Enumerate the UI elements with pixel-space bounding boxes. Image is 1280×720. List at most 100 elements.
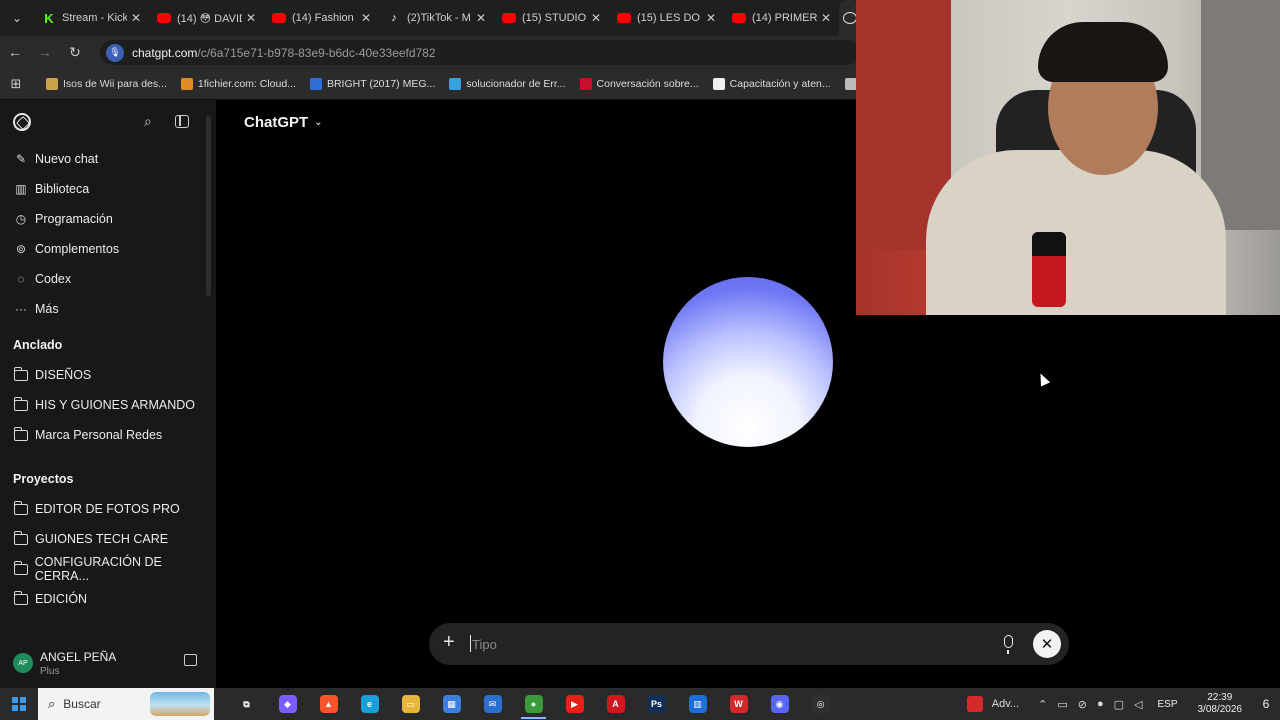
browser-tab[interactable]: (14) PRIMER ✕ <box>724 0 839 36</box>
project-item[interactable]: GUIONES TECH CARE <box>0 524 216 554</box>
sidebar-scrollbar[interactable] <box>206 116 211 296</box>
search-icon: ⌕ <box>48 696 56 711</box>
youtube-music-icon: ▶ <box>565 695 584 713</box>
microphone-icon[interactable] <box>1004 635 1013 654</box>
sidebar-item-label: Más <box>35 302 59 316</box>
close-tab-icon[interactable]: ✕ <box>476 11 486 25</box>
youtube-music-taskbar-icon[interactable]: ▶ <box>554 688 595 720</box>
url-path: /c/6a715e71-b978-83e9-b6dc-40e33eefd782 <box>197 45 436 60</box>
folder-icon <box>13 500 28 515</box>
bookmark[interactable]: Capacitación y aten... <box>712 77 831 90</box>
pinned-item[interactable]: DISEÑOS <box>0 360 216 390</box>
search-highlight-image <box>150 692 210 716</box>
project-item[interactable]: EDICIÓN <box>0 584 216 614</box>
bookmark-label: Isos de Wii para des... <box>63 77 167 90</box>
capcut-icon: ▥ <box>688 695 707 713</box>
browser-tab[interactable]: ♪ (2)TikTok - M ✕ <box>379 0 494 36</box>
project-item[interactable]: EDITOR DE FOTOS PRO <box>0 494 216 524</box>
reload-icon[interactable]: ↻ <box>60 36 90 68</box>
apps-grid-icon[interactable]: ⊞ <box>0 68 32 100</box>
wps-taskbar-icon[interactable]: W <box>718 688 759 720</box>
obs-icon: ◎ <box>811 695 830 713</box>
sidebar-item[interactable]: ▥ Biblioteca <box>0 174 216 204</box>
brave-taskbar-icon[interactable]: ▲ <box>308 688 349 720</box>
site-info-icon[interactable]: 🎙 <box>106 43 124 62</box>
network-icon[interactable]: ▢ <box>1114 698 1124 711</box>
clock[interactable]: 22:39 3/08/2026 <box>1198 692 1243 716</box>
close-voice-button[interactable]: ✕ <box>1033 630 1061 658</box>
folder-icon <box>13 530 28 545</box>
close-tab-icon[interactable]: ✕ <box>591 11 601 25</box>
plus-icon[interactable]: + <box>443 631 455 654</box>
folder-label: DISEÑOS <box>35 368 92 382</box>
close-tab-icon[interactable]: ✕ <box>706 11 716 25</box>
address-bar[interactable]: 🎙 chatgpt.com/c/6a715e71-b978-83e9-b6dc-… <box>100 40 860 65</box>
user-profile[interactable]: AP ANGEL PEÑA Plus <box>0 640 216 686</box>
mail-taskbar-icon[interactable]: ✉ <box>472 688 513 720</box>
edge-taskbar-icon[interactable]: e <box>349 688 390 720</box>
sidebar-item[interactable]: ✎ Nuevo chat <box>0 144 216 174</box>
folder-label: EDICIÓN <box>35 592 88 606</box>
copilot-taskbar-icon[interactable]: ◆ <box>267 688 308 720</box>
voice-mode-orb <box>663 277 833 447</box>
chrome-taskbar-icon[interactable]: ● <box>513 688 554 720</box>
bookmark[interactable]: BRIGHT (2017) MEG... <box>309 77 436 90</box>
chevron-up-icon[interactable]: ⌃ <box>1038 698 1047 711</box>
sidebar-item[interactable]: ◷ Programación <box>0 204 216 234</box>
meet-icon[interactable]: ▭ <box>1057 698 1067 711</box>
clock-icon: ◷ <box>15 212 27 226</box>
browser-tab[interactable]: (14) 😳 DAVID ✕ <box>149 0 264 36</box>
back-arrow-icon[interactable]: ← <box>0 36 30 68</box>
discord-taskbar-icon[interactable]: ◉ <box>759 688 800 720</box>
forward-arrow-icon[interactable]: → <box>30 36 60 68</box>
message-input[interactable] <box>472 632 992 656</box>
notification-center-icon[interactable]: 6 <box>1252 688 1280 720</box>
mouse-pointer-icon <box>1035 371 1051 387</box>
sidebar-item[interactable]: ··· Más <box>0 294 216 324</box>
close-tab-icon[interactable]: ✕ <box>131 11 141 25</box>
mic-tray-icon[interactable]: ● <box>1097 698 1104 710</box>
bookmark[interactable]: solucionador de Err... <box>449 77 566 90</box>
photoshop-taskbar-icon[interactable]: Ps <box>636 688 677 720</box>
photoshop-icon: Ps <box>647 695 666 713</box>
capcut-taskbar-icon[interactable]: ▥ <box>677 688 718 720</box>
browser-tab[interactable]: (15) LES DO ✕ <box>609 0 724 36</box>
file-explorer-taskbar-icon[interactable]: ▭ <box>390 688 431 720</box>
close-tab-icon[interactable]: ✕ <box>246 11 256 25</box>
browser-tab[interactable]: (15) STUDIO ✕ <box>494 0 609 36</box>
adobe-icon: A <box>606 695 625 713</box>
folder-label: Marca Personal Redes <box>35 428 163 442</box>
bookmark[interactable]: Conversación sobre... <box>579 77 699 90</box>
bookmark-label: BRIGHT (2017) MEG... <box>326 77 436 90</box>
bookmark-favicon-icon <box>309 77 322 90</box>
store-taskbar-icon[interactable]: ▦ <box>431 688 472 720</box>
obs-taskbar-icon[interactable]: ◎ <box>800 688 841 720</box>
sidebar-item[interactable]: ◌ Codex <box>0 264 216 294</box>
task-view-taskbar-icon[interactable]: ⧉ <box>226 688 267 720</box>
browser-tab[interactable]: (14) Fashion ✕ <box>264 0 379 36</box>
pinned-item[interactable]: Marca Personal Redes <box>0 420 216 450</box>
bookmark[interactable]: 1fichier.com: Cloud... <box>180 77 296 90</box>
language-indicator[interactable]: ESP <box>1157 699 1177 710</box>
pinned-item[interactable]: HIS Y GUIONES ARMANDO <box>0 390 216 420</box>
bookmark[interactable]: Isos de Wii para des... <box>46 77 167 90</box>
sidebar-toggle-icon[interactable] <box>175 115 189 128</box>
project-item[interactable]: CONFIGURACIÓN DE CERRA... <box>0 554 216 584</box>
openai-logo-icon[interactable] <box>13 113 31 131</box>
volume-icon[interactable]: ◁ <box>1134 698 1142 711</box>
windows-start-icon[interactable] <box>0 688 38 720</box>
close-tab-icon[interactable]: ✕ <box>821 11 831 25</box>
taskbar-search[interactable]: ⌕ Buscar <box>38 688 214 720</box>
browser-tab[interactable]: K Stream - Kick ✕ <box>34 0 149 36</box>
close-tab-icon[interactable]: ✕ <box>361 11 371 25</box>
pinned-heading: Anclado <box>13 338 63 352</box>
adobe-taskbar-icon[interactable]: A <box>595 688 636 720</box>
tray-app-adv[interactable]: Adv... <box>966 696 1019 712</box>
tab-search-chevron-icon[interactable]: ⌄ <box>0 0 34 36</box>
wps-icon: W <box>729 695 748 713</box>
model-selector[interactable]: ChatGPT ⌄ <box>244 114 323 131</box>
search-icon[interactable]: ⌕ <box>144 113 152 130</box>
wifi-off-icon[interactable]: ⊘ <box>1078 698 1087 711</box>
sidebar-item[interactable]: ⊚ Complementos <box>0 234 216 264</box>
gift-icon[interactable] <box>184 654 197 666</box>
